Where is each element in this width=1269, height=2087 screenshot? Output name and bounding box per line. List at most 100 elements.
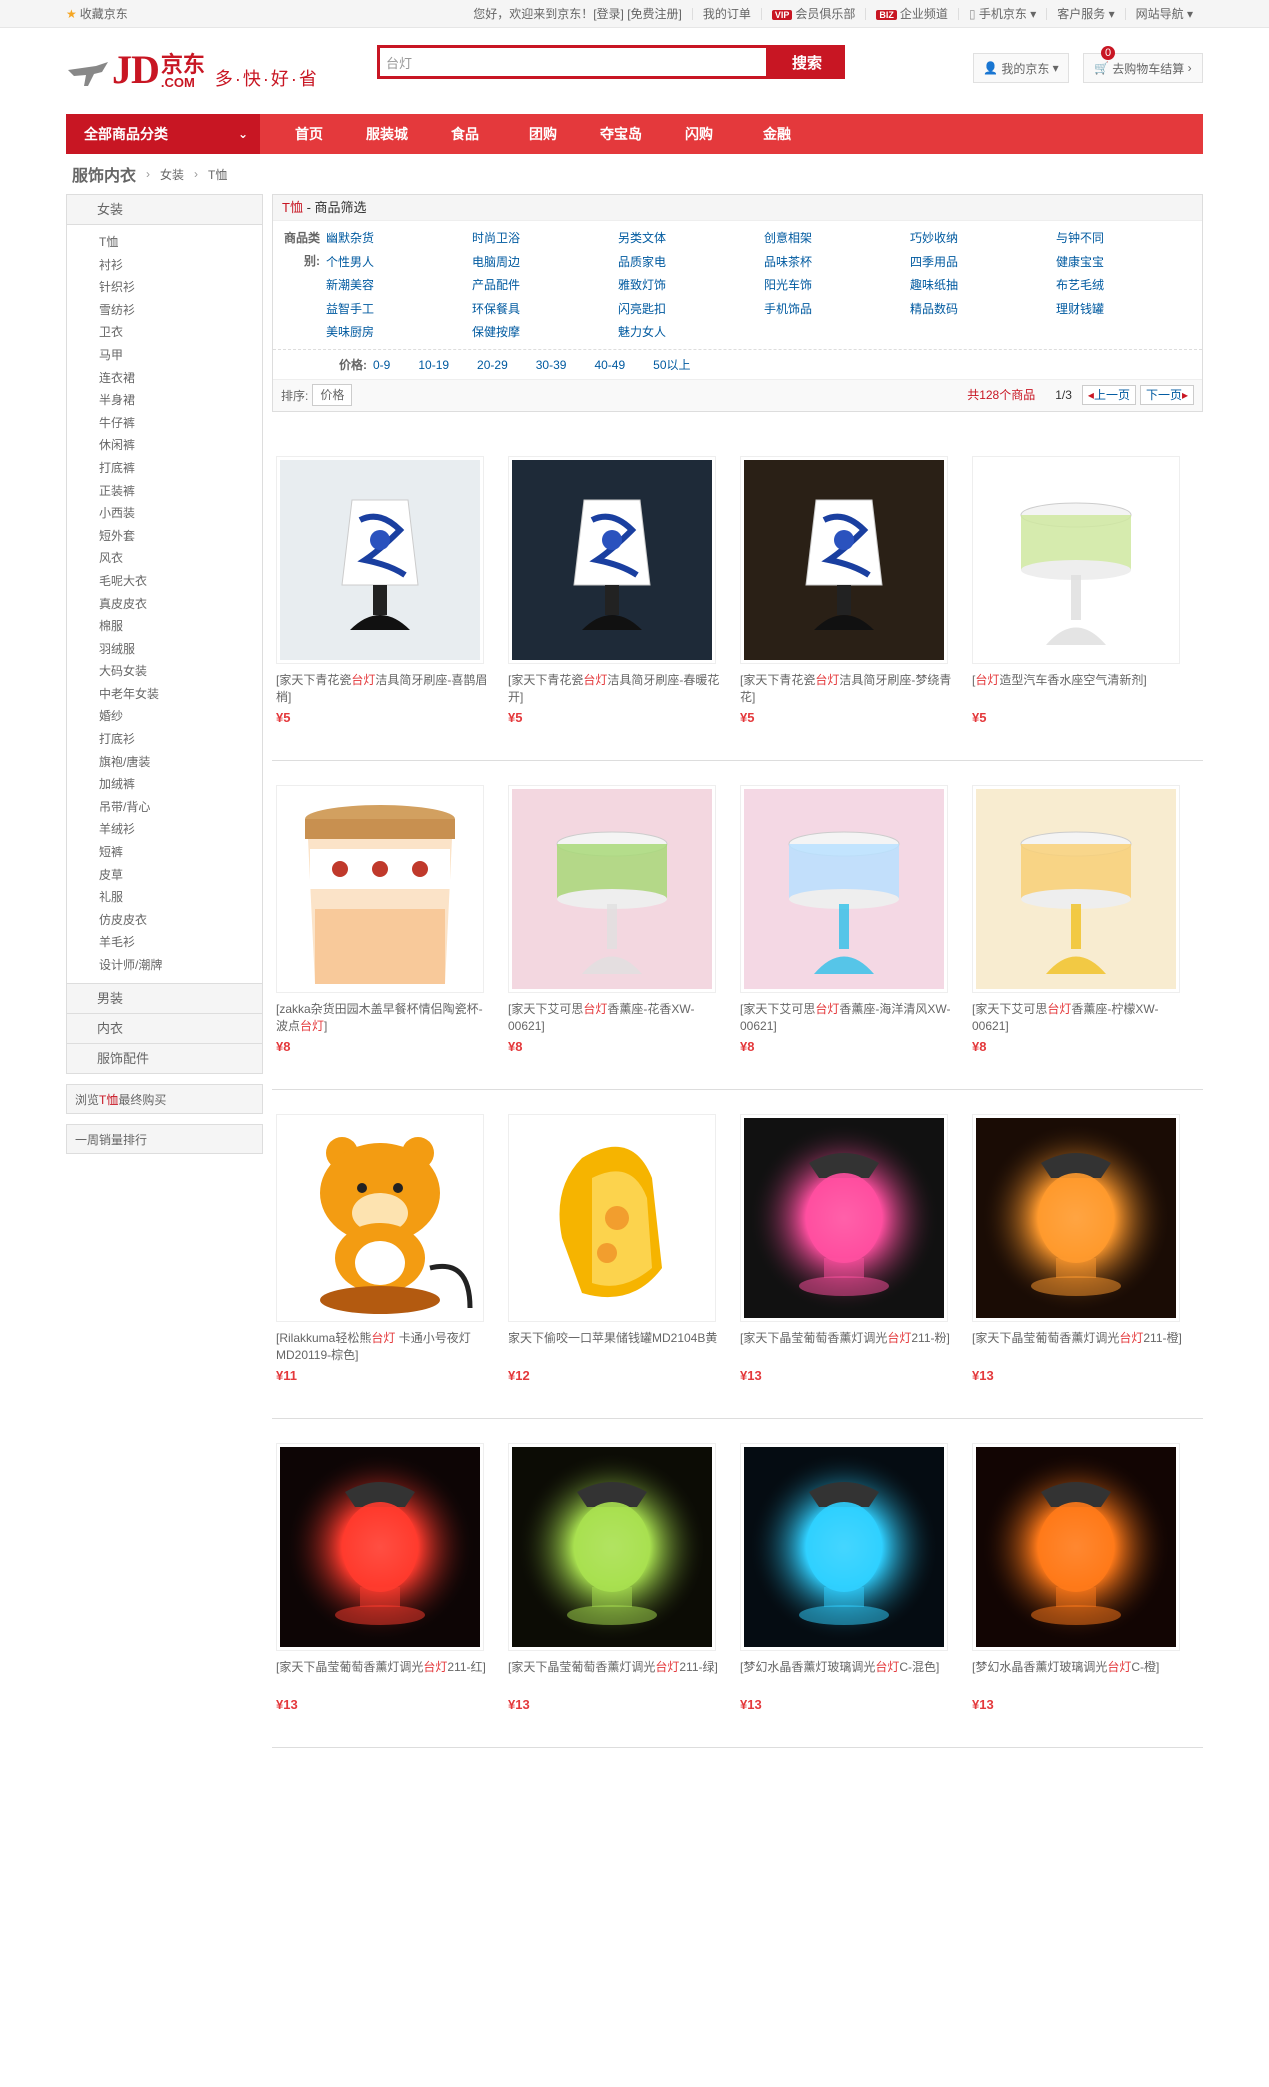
product-card[interactable]: [家天下艾可思台灯香薰座-柠檬XW-00621] ¥8	[968, 784, 1200, 1089]
sidebar-cat-menswear[interactable]: 男装	[66, 983, 263, 1014]
category-option[interactable]: 电脑周边	[472, 251, 618, 275]
category-option[interactable]: 个性男人	[326, 251, 472, 275]
browsed-also-bought[interactable]: 浏览T恤最终购买	[66, 1083, 263, 1114]
sidebar-item[interactable]: 真皮皮衣	[99, 593, 262, 616]
my-jd-button[interactable]: 👤 我的京东 ▾	[973, 53, 1069, 83]
sidebar-item[interactable]: 小西装	[99, 502, 262, 525]
sidebar-item[interactable]: 羊绒衫	[99, 818, 262, 841]
sidebar-item[interactable]: 打底衫	[99, 728, 262, 751]
sidebar-item[interactable]: 正装裤	[99, 480, 262, 503]
product-image[interactable]	[740, 784, 948, 993]
sidebar-item[interactable]: 马甲	[99, 344, 262, 367]
breadcrumb-root[interactable]: 服饰内衣	[72, 162, 136, 186]
price-option[interactable]: 20-29	[477, 350, 508, 379]
product-name[interactable]: [家天下晶莹葡萄香薰灯调光台灯211-橙]	[972, 1330, 1186, 1364]
sidebar-item[interactable]: 中老年女装	[99, 683, 262, 706]
search-button[interactable]: 搜索	[769, 45, 845, 79]
category-option[interactable]: 美味厨房	[326, 321, 472, 345]
sidebar-item[interactable]: 加绒裤	[99, 773, 262, 796]
product-card[interactable]: 家天下偷咬一口苹果储钱罐MD2104B黄 ¥12	[504, 1113, 736, 1418]
product-image[interactable]	[276, 455, 484, 664]
sidebar-item[interactable]: 皮草	[99, 864, 262, 887]
nav-item-auction[interactable]: 夺宝岛	[582, 114, 660, 154]
sidebar-item[interactable]: 羊毛衫	[99, 931, 262, 954]
product-card[interactable]: [家天下艾可思台灯香薰座-海洋清风XW-00621] ¥8	[736, 784, 968, 1089]
sidebar-item[interactable]: 设计师/潮牌	[99, 954, 262, 977]
prev-page-button[interactable]: ◂上一页	[1081, 384, 1136, 405]
price-option[interactable]: 10-19	[418, 350, 449, 379]
sidebar-item[interactable]: 吊带/背心	[99, 796, 262, 819]
price-option[interactable]: 30-39	[536, 350, 567, 379]
weekly-sales-ranking[interactable]: 一周销量排行	[66, 1123, 263, 1154]
breadcrumb-level3[interactable]: T恤	[208, 166, 227, 183]
category-option[interactable]: 雅致灯饰	[618, 274, 764, 298]
category-option[interactable]: 时尚卫浴	[472, 227, 618, 251]
product-card[interactable]: [梦幻水晶香薰灯玻璃调光台灯C-混色] ¥13	[736, 1442, 968, 1747]
product-card[interactable]: [家天下青花瓷台灯洁具简牙刷座-春暖花开] ¥5	[504, 455, 736, 760]
product-image[interactable]	[972, 1113, 1180, 1322]
product-card[interactable]: [家天下晶莹葡萄香薰灯调光台灯211-绿] ¥13	[504, 1442, 736, 1747]
product-image[interactable]	[972, 784, 1180, 993]
price-option[interactable]: 0-9	[373, 350, 390, 379]
product-card[interactable]: [家天下晶莹葡萄香薰灯调光台灯211-红] ¥13	[272, 1442, 504, 1747]
sidebar-item[interactable]: 棉服	[99, 615, 262, 638]
category-option[interactable]: 闪亮匙扣	[618, 298, 764, 322]
cart-button[interactable]: 0 🛒 去购物车结算 ›	[1083, 46, 1203, 83]
product-card[interactable]: [台灯造型汽车香水座空气清新剂] ¥5	[968, 455, 1200, 760]
product-name[interactable]: [家天下艾可思台灯香薰座-柠檬XW-00621]	[972, 1001, 1186, 1035]
category-option[interactable]: 环保餐具	[472, 298, 618, 322]
jd-logo[interactable]: JD 京东 .COM 多·快·好·省	[66, 50, 319, 90]
sidebar-item[interactable]: 仿皮皮衣	[99, 909, 262, 932]
vip-club-link[interactable]: VIP 会员俱乐部	[762, 8, 867, 20]
product-image[interactable]	[508, 1442, 716, 1651]
category-option[interactable]: 阳光车饰	[764, 274, 910, 298]
sidebar-item[interactable]: 卫衣	[99, 321, 262, 344]
product-name[interactable]: [家天下艾可思台灯香薰座-海洋清风XW-00621]	[740, 1001, 954, 1035]
category-option[interactable]: 魅力女人	[618, 321, 764, 345]
product-image[interactable]	[508, 784, 716, 993]
product-image[interactable]	[508, 455, 716, 664]
product-name[interactable]: [家天下晶莹葡萄香薰灯调光台灯211-粉]	[740, 1330, 954, 1364]
sidebar-item[interactable]: 牛仔裤	[99, 412, 262, 435]
sidebar-item[interactable]: 礼服	[99, 886, 262, 909]
all-categories-button[interactable]: 全部商品分类 ⌄	[66, 114, 260, 154]
nav-item-finance[interactable]: 金融	[738, 114, 816, 154]
category-option[interactable]: 另类文体	[618, 227, 764, 251]
sidebar-head[interactable]: 女装	[67, 195, 262, 225]
category-option[interactable]: 益智手工	[326, 298, 472, 322]
category-option[interactable]: 品味茶杯	[764, 251, 910, 275]
product-image[interactable]	[740, 1442, 948, 1651]
category-option[interactable]: 创意相架	[764, 227, 910, 251]
sidebar-item[interactable]: 大码女装	[99, 660, 262, 683]
category-option[interactable]: 幽默杂货	[326, 227, 472, 251]
customer-service-link[interactable]: 客户服务 ▾	[1047, 8, 1126, 20]
product-image[interactable]	[276, 1113, 484, 1322]
category-option[interactable]: 健康宝宝	[1056, 251, 1202, 275]
category-option[interactable]: 手机饰品	[764, 298, 910, 322]
product-name[interactable]: [家天下青花瓷台灯洁具简牙刷座-春暖花开]	[508, 672, 722, 706]
nav-item-home[interactable]: 首页	[270, 114, 348, 154]
favorite-link[interactable]: ★ 收藏京东	[66, 0, 128, 28]
category-option[interactable]: 理财钱罐	[1056, 298, 1202, 322]
product-name[interactable]: [台灯造型汽车香水座空气清新剂]	[972, 672, 1186, 706]
price-option[interactable]: 50以上	[653, 350, 690, 379]
login-register-link[interactable]: 您好，欢迎来到京东！[登录] [免费注册]	[463, 8, 693, 20]
sidebar-item[interactable]: 毛呢大衣	[99, 570, 262, 593]
sidebar-cat-underwear[interactable]: 内衣	[66, 1013, 263, 1044]
category-option[interactable]: 保健按摩	[472, 321, 618, 345]
product-image[interactable]	[276, 784, 484, 993]
sidebar-item[interactable]: 风衣	[99, 547, 262, 570]
product-image[interactable]	[276, 1442, 484, 1651]
sidebar-item[interactable]: 半身裙	[99, 389, 262, 412]
product-card[interactable]: [梦幻水晶香薰灯玻璃调光台灯C-橙] ¥13	[968, 1442, 1200, 1747]
product-name[interactable]: [家天下艾可思台灯香薰座-花香XW-00621]	[508, 1001, 722, 1035]
sidebar-item[interactable]: 旗袍/唐装	[99, 751, 262, 774]
product-name[interactable]: [zakka杂货田园木盖早餐杯情侣陶瓷杯-波点台灯]	[276, 1001, 490, 1035]
sidebar-item[interactable]: 羽绒服	[99, 638, 262, 661]
product-image[interactable]	[972, 455, 1180, 664]
category-option[interactable]: 布艺毛绒	[1056, 274, 1202, 298]
category-option[interactable]: 巧妙收纳	[910, 227, 1056, 251]
category-option[interactable]: 精品数码	[910, 298, 1056, 322]
category-option[interactable]: 新潮美容	[326, 274, 472, 298]
product-name[interactable]: [Rilakkuma轻松熊台灯 卡通小号夜灯MD20119-棕色]	[276, 1330, 490, 1364]
